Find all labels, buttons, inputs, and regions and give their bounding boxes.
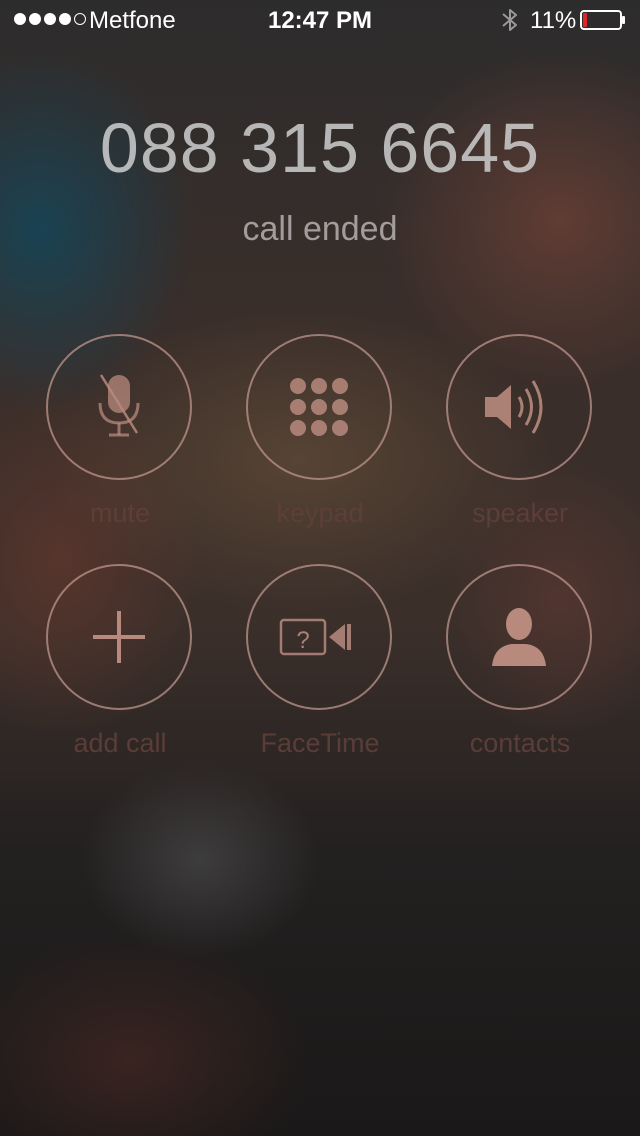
facetime-unavailable-icon: ?	[279, 618, 351, 656]
facetime-label: FaceTime	[260, 728, 380, 758]
phone-number: 088 315 6645	[99, 109, 541, 187]
keypad-button[interactable]	[246, 334, 392, 480]
add-call-button[interactable]	[46, 564, 192, 710]
in-call-screen: Metfone 12:47 PM 11% 088 315 6645 call e…	[0, 0, 640, 1136]
speaker-button[interactable]	[446, 334, 592, 480]
battery-fill	[583, 13, 587, 27]
status-bar: Metfone 12:47 PM 11%	[0, 0, 640, 40]
facetime-button[interactable]: ?	[246, 564, 392, 710]
battery-percent: 11%	[530, 7, 577, 34]
keypad-label: keypad	[276, 498, 364, 528]
mute-label: mute	[89, 498, 151, 528]
bluetooth-icon	[502, 9, 517, 31]
mute-button[interactable]	[46, 334, 192, 480]
mic-muted-icon	[98, 374, 140, 437]
call-status: call ended	[242, 210, 398, 248]
battery-icon	[580, 10, 625, 30]
keypad-icon	[290, 378, 348, 436]
speaker-label: speaker	[471, 498, 569, 528]
add-call-label: add call	[73, 728, 167, 758]
contact-person-icon	[492, 608, 546, 666]
svg-text:?: ?	[296, 627, 309, 654]
plus-icon	[93, 611, 145, 663]
contacts-button[interactable]	[446, 564, 592, 710]
speaker-icon	[485, 380, 543, 434]
contacts-label: contacts	[469, 728, 571, 758]
